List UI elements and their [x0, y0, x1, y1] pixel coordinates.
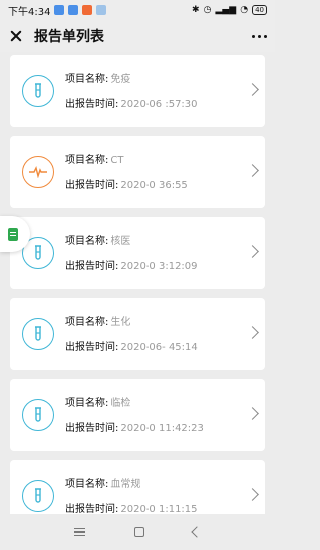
project-name-row: 项目名称: 免疫	[65, 70, 130, 85]
page-title: 报告单列表	[34, 29, 104, 45]
app-notification-icon	[82, 5, 93, 15]
close-icon[interactable]	[8, 28, 24, 44]
chevron-right-icon	[246, 407, 259, 420]
project-name-value: 临检	[110, 398, 131, 409]
test-tube-icon	[22, 480, 54, 512]
project-name-label: 项目名称:	[65, 74, 109, 85]
report-card[interactable]: 项目名称: 核医 出报告时间: 2020-0 3:12:09	[10, 217, 265, 289]
report-time-row: 出报告时间: 2020-0 36:55	[65, 176, 188, 191]
status-left: 下午4:34	[8, 3, 107, 18]
project-name-value: 免疫	[110, 74, 131, 85]
report-card[interactable]: 项目名称: 免疫 出报告时间: 2020-06 :57:30	[10, 55, 265, 127]
report-card[interactable]: 项目名称: CT 出报告时间: 2020-0 36:55	[10, 136, 265, 208]
report-card[interactable]: 项目名称: 生化 出报告时间: 2020-06- 45:14	[10, 298, 265, 370]
project-name-row: 项目名称: 临检	[65, 394, 130, 409]
project-name-label: 项目名称:	[65, 155, 109, 166]
report-time-label: 出报告时间:	[65, 342, 119, 353]
project-name-label: 项目名称:	[65, 479, 109, 490]
bluetooth-icon: ✱	[192, 5, 200, 15]
report-time-row: 出报告时间: 2020-06- 45:14	[65, 338, 198, 353]
test-tube-icon	[22, 75, 54, 107]
report-time-value: 2020-0 3:12:09	[120, 261, 198, 272]
report-time-label: 出报告时间:	[65, 180, 119, 191]
heartbeat-icon	[22, 156, 54, 188]
project-name-value: 核医	[110, 236, 131, 247]
project-name-value: 血常规	[110, 479, 141, 490]
report-time-value: 2020-0 36:55	[120, 180, 188, 191]
project-name-row: 项目名称: 核医	[65, 232, 130, 247]
report-time-row: 出报告时间: 2020-0 3:12:09	[65, 257, 198, 272]
report-card[interactable]: 项目名称: 临检 出报告时间: 2020-0 11:42:23	[10, 379, 265, 451]
battery-icon: 40	[252, 5, 267, 15]
chevron-right-icon	[246, 83, 259, 96]
chevron-right-icon	[246, 326, 259, 339]
project-name-value: 生化	[110, 317, 131, 328]
status-bar: 下午4:34 ✱ ◷ ▂▄▆ ◔ 40	[0, 0, 275, 20]
app-notification-icon	[54, 5, 65, 15]
app-notification-icon	[68, 5, 79, 15]
report-time-label: 出报告时间:	[65, 261, 119, 272]
nav-bar: 报告单列表	[0, 20, 275, 52]
chevron-right-icon	[246, 488, 259, 501]
home-icon[interactable]	[133, 527, 144, 537]
test-tube-icon	[22, 318, 54, 350]
wifi-icon: ◔	[240, 5, 249, 15]
project-name-label: 项目名称:	[65, 236, 109, 247]
back-icon[interactable]	[190, 526, 203, 538]
report-time-value: 2020-0 11:42:23	[120, 423, 204, 434]
project-name-row: 项目名称: 血常规	[65, 475, 140, 490]
project-name-row: 项目名称: 生化	[65, 313, 130, 328]
project-name-label: 项目名称:	[65, 398, 109, 409]
system-nav-bar	[0, 514, 275, 550]
status-right: ✱ ◷ ▂▄▆ ◔ 40	[192, 5, 267, 15]
chevron-right-icon	[246, 164, 259, 177]
more-icon[interactable]	[252, 34, 267, 38]
alarm-icon: ◷	[203, 5, 212, 15]
status-time: 下午4:34	[8, 6, 51, 18]
report-time-row: 出报告时间: 2020-06 :57:30	[65, 95, 198, 110]
project-name-label: 项目名称:	[65, 317, 109, 328]
chevron-right-icon	[246, 245, 259, 258]
app-notification-icon	[96, 5, 107, 15]
project-name-value: CT	[110, 155, 124, 166]
project-name-row: 项目名称: CT	[65, 151, 123, 166]
report-time-label: 出报告时间:	[65, 99, 119, 110]
report-time-label: 出报告时间:	[65, 423, 119, 434]
menu-icon[interactable]	[74, 528, 86, 536]
report-time-value: 2020-06- 45:14	[120, 342, 198, 353]
report-time-row: 出报告时间: 2020-0 1:11:15	[65, 500, 198, 515]
report-time-row: 出报告时间: 2020-0 11:42:23	[65, 419, 204, 434]
document-icon	[8, 227, 18, 241]
test-tube-icon	[22, 399, 54, 431]
report-time-value: 2020-06 :57:30	[120, 99, 198, 110]
signal-icon: ▂▄▆	[215, 5, 237, 15]
